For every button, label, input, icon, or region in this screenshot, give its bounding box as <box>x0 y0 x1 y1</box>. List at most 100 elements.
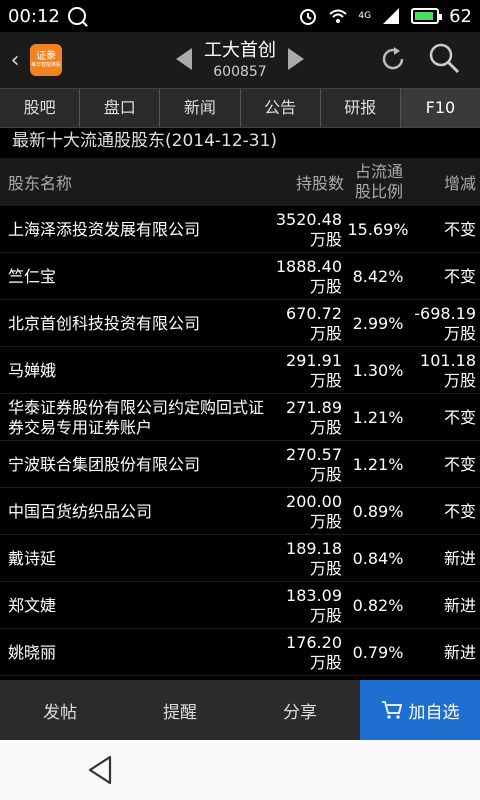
shareholder-name: 北京首创科技投资有限公司 <box>8 313 201 333</box>
shares-value: 670.72 <box>286 303 342 323</box>
shares-unit: 万股 <box>309 370 342 390</box>
table-row: 上海泽添投资发展有限公司 3520.48 万股 15.69% 不变 <box>0 206 480 253</box>
tab-f10[interactable]: F10 <box>399 89 480 127</box>
shares-value: 200.00 <box>286 491 342 511</box>
shareholder-list: 上海泽添投资发展有限公司 3520.48 万股 15.69% 不变 竺仁宝 188… <box>0 206 480 676</box>
shares-value: 3520.48 <box>275 209 342 229</box>
table-row: 马婵娥 291.91 万股 1.30% 101.18 万股 <box>0 347 480 394</box>
status-icons: 4G 62 <box>298 6 472 27</box>
change-cell: 101.18 万股 <box>412 347 476 394</box>
alarm-icon <box>300 9 317 25</box>
shareholder-name: 马婵娥 <box>8 360 57 380</box>
change-cell: 新进 <box>412 535 476 582</box>
table-row: 华泰证券股份有限公司约定购回式证券交易专用证券账户 271.89 万股 1.21%… <box>0 394 480 441</box>
shares-unit: 万股 <box>309 276 342 296</box>
logo-text: 证豢 <box>36 51 56 62</box>
cart-icon <box>381 701 402 719</box>
remind-button[interactable]: 提醒 <box>120 680 240 740</box>
table-row: 郑文婕 183.09 万股 0.82% 新进 <box>0 582 480 629</box>
shares-unit: 万股 <box>309 511 342 531</box>
header-shares: 持股数 <box>295 174 344 193</box>
search-icon[interactable] <box>428 42 460 74</box>
shares-unit: 万股 <box>309 323 342 343</box>
next-arrow-icon[interactable] <box>288 48 304 70</box>
pct-value: 2.99% <box>352 314 404 333</box>
change-cell: 新进 <box>412 582 476 629</box>
network-label: 4G <box>358 11 372 21</box>
header-change: 增减 <box>443 174 476 193</box>
header-pct: 占流通 股比例 <box>348 158 410 206</box>
table-row: 戴诗延 189.18 万股 0.84% 新进 <box>0 535 480 582</box>
pct-value: 1.30% <box>352 361 404 380</box>
notification-icon <box>67 7 86 25</box>
logo-subtext: 每日智能推股 <box>30 62 61 68</box>
shareholder-name: 华泰证券股份有限公司约定购回式证券交易专用证券账户 <box>8 397 265 437</box>
table-row: 竺仁宝 1888.40 万股 8.42% 不变 <box>0 253 480 300</box>
change-value: 101.18 <box>420 350 476 370</box>
change-value: -698.19 <box>414 303 476 323</box>
pct-value: 8.42% <box>352 267 404 286</box>
tab-news[interactable]: 新闻 <box>159 89 239 127</box>
shares-cell: 271.89 万股 <box>270 394 342 441</box>
battery-icon <box>411 8 443 24</box>
share-button[interactable]: 分享 <box>240 680 360 740</box>
shares-cell: 670.72 万股 <box>270 300 342 347</box>
change-value: 新进 <box>443 642 476 662</box>
signal-icon <box>383 8 400 24</box>
shareholder-name: 戴诗延 <box>8 548 57 568</box>
tab-pankou[interactable]: 盘口 <box>79 89 159 127</box>
wifi-icon <box>329 9 348 23</box>
shares-value: 291.91 <box>286 350 342 370</box>
tab-guba[interactable]: 股吧 <box>0 89 79 127</box>
change-cell: -698.19 万股 <box>412 300 476 347</box>
shares-cell: 291.91 万股 <box>270 347 342 394</box>
change-value: 不变 <box>443 454 476 474</box>
table-header: 股东名称 持股数 占流通 股比例 增减 <box>0 158 480 206</box>
shares-value: 183.09 <box>286 585 342 605</box>
shares-cell: 270.57 万股 <box>270 441 342 488</box>
change-unit: 万股 <box>443 370 476 390</box>
app-logo[interactable]: 证豢 每日智能推股 <box>30 44 62 76</box>
change-value: 不变 <box>443 266 476 286</box>
shares-cell: 3520.48 万股 <box>270 206 342 253</box>
change-cell: 新进 <box>412 629 476 676</box>
tab-research[interactable]: 研报 <box>319 89 400 127</box>
shares-unit: 万股 <box>309 417 342 437</box>
change-cell: 不变 <box>412 206 476 253</box>
change-value: 新进 <box>443 595 476 615</box>
shares-cell: 176.20 万股 <box>270 629 342 676</box>
table-row: 姚晓丽 176.20 万股 0.79% 新进 <box>0 629 480 676</box>
pct-value: 0.79% <box>352 643 404 662</box>
header-pct-line2: 股比例 <box>354 182 403 201</box>
battery-level: 62 <box>449 5 472 27</box>
table-row: 北京首创科技投资有限公司 670.72 万股 2.99% -698.19 万股 <box>0 300 480 347</box>
back-icon[interactable]: ‹ <box>0 48 30 73</box>
change-value: 不变 <box>443 219 476 239</box>
pct-value: 0.84% <box>352 549 404 568</box>
shareholder-name: 上海泽添投资发展有限公司 <box>8 219 201 239</box>
shares-cell: 1888.40 万股 <box>270 253 342 300</box>
pct-value: 1.21% <box>352 455 404 474</box>
change-unit: 万股 <box>443 323 476 343</box>
shareholder-name: 郑文婕 <box>8 595 57 615</box>
status-time: 00:12 <box>8 5 60 27</box>
shares-cell: 200.00 万股 <box>270 488 342 535</box>
shares-unit: 万股 <box>309 464 342 484</box>
shareholder-name: 竺仁宝 <box>8 266 57 286</box>
tab-announcement[interactable]: 公告 <box>239 89 320 127</box>
shares-cell: 189.18 万股 <box>270 535 342 582</box>
refresh-icon[interactable] <box>378 44 408 74</box>
pct-value: 1.21% <box>352 408 404 427</box>
add-watchlist-button[interactable]: 加自选 <box>360 680 480 740</box>
shares-value: 176.20 <box>286 632 342 652</box>
shares-unit: 万股 <box>309 558 342 578</box>
shares-value: 270.57 <box>286 444 342 464</box>
status-bar: 00:12 4G 62 <box>0 0 480 32</box>
change-value: 不变 <box>443 407 476 427</box>
header-pct-line1: 占流通 <box>354 162 403 181</box>
change-value: 新进 <box>443 548 476 568</box>
nav-back-icon[interactable] <box>86 754 114 786</box>
post-button[interactable]: 发帖 <box>0 680 120 740</box>
table-row: 宁波联合集团股份有限公司 270.57 万股 1.21% 不变 <box>0 441 480 488</box>
add-watchlist-label: 加自选 <box>408 702 460 723</box>
